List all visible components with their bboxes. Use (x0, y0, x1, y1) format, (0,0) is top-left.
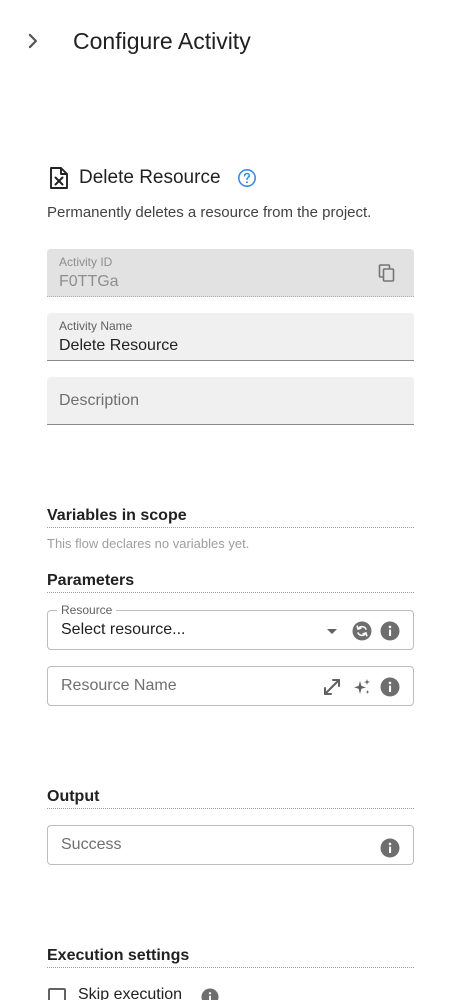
resource-name-placeholder: Resource Name (61, 677, 177, 694)
info-icon[interactable] (201, 988, 219, 1000)
parameters-section-title: Parameters (47, 572, 414, 593)
expand-icon[interactable] (322, 677, 342, 697)
execution-section-title: Execution settings (47, 947, 414, 968)
resource-value: Select resource... (61, 621, 186, 638)
skip-execution-checkbox[interactable] (48, 988, 66, 1000)
output-section-title: Output (47, 788, 414, 809)
info-icon[interactable] (380, 677, 400, 697)
info-icon[interactable] (380, 621, 400, 641)
activity-name-value: Delete Resource (59, 337, 179, 354)
description-field[interactable]: Description (47, 377, 414, 425)
activity-id-field: Activity ID F0TTGa (47, 249, 414, 297)
dropdown-arrow-icon[interactable] (322, 621, 342, 641)
resource-select[interactable]: Resource Select resource... (47, 603, 414, 650)
activity-description: Permanently deletes a resource from the … (47, 204, 372, 221)
skip-execution-label: Skip execution (78, 986, 183, 1000)
variables-section-title: Variables in scope (47, 507, 414, 528)
resource-label: Resource (57, 603, 117, 617)
description-placeholder: Description (59, 392, 140, 409)
activity-name-field[interactable]: Activity Name Delete Resource (47, 313, 414, 361)
copy-icon[interactable] (377, 263, 397, 283)
info-icon[interactable] (380, 838, 400, 858)
sparkle-icon[interactable] (352, 677, 372, 697)
page-title: Configure Activity (73, 28, 251, 54)
activity-id-value: F0TTGa (59, 273, 119, 290)
resource-name-field[interactable]: Resource Name (47, 666, 414, 706)
variables-empty-text: This flow declares no variables yet. (47, 536, 250, 551)
help-circle-icon[interactable] (237, 168, 257, 188)
activity-title: Delete Resource (79, 167, 221, 188)
activity-name-label: Activity Name (59, 319, 133, 333)
refresh-icon[interactable] (352, 621, 372, 641)
chevron-right-icon[interactable] (22, 30, 44, 52)
success-field[interactable]: Success (47, 825, 414, 865)
delete-file-icon (50, 167, 68, 189)
activity-id-label: Activity ID (59, 255, 113, 269)
success-placeholder: Success (61, 836, 122, 853)
